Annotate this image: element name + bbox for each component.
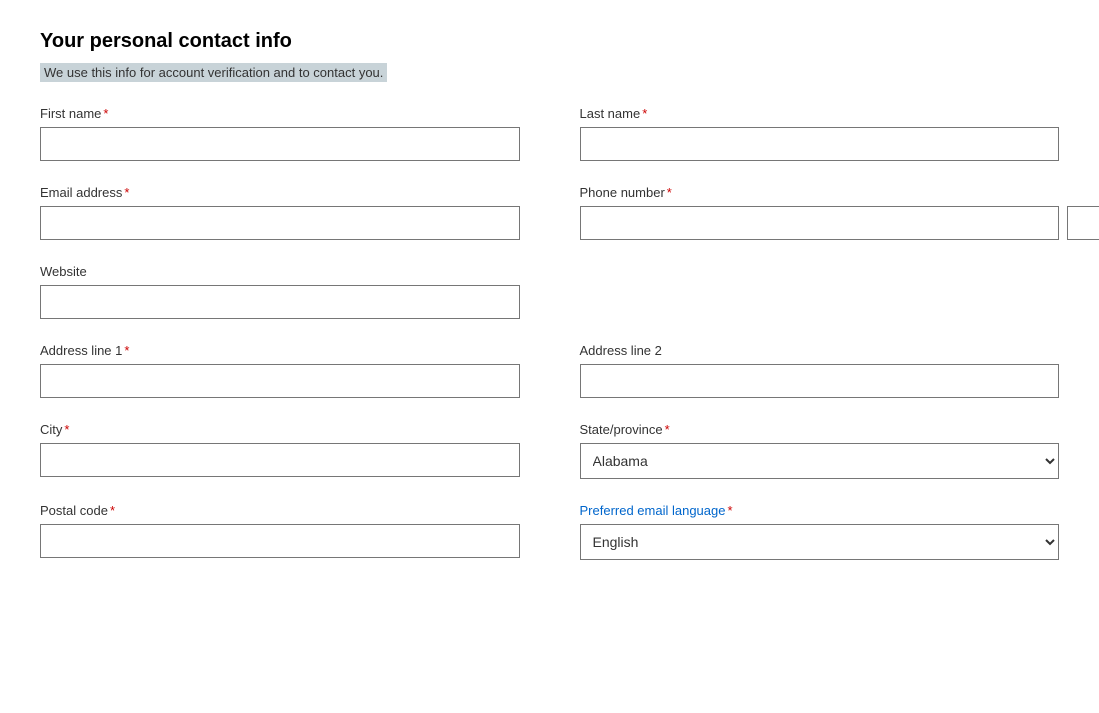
address-line1-input[interactable] — [40, 364, 520, 398]
address-line2-input[interactable] — [580, 364, 1060, 398]
phone-required: * — [667, 185, 672, 200]
address-line1-required: * — [124, 343, 129, 358]
email-language-field: Preferred email language* EnglishFrenchS… — [580, 503, 1060, 560]
email-field: Email address* — [40, 185, 520, 240]
address-line2-label: Address line 2 — [580, 343, 1060, 358]
first-name-required: * — [103, 106, 108, 121]
last-name-label: Last name* — [580, 106, 1060, 121]
city-label: City* — [40, 422, 520, 437]
address-line2-field: Address line 2 — [580, 343, 1060, 398]
page-title: Your personal contact info — [40, 30, 1059, 53]
email-required: * — [124, 185, 129, 200]
state-select[interactable]: AlabamaAlaskaArizonaArkansasCaliforniaCo… — [580, 443, 1060, 479]
page-subtitle: We use this info for account verificatio… — [40, 63, 387, 82]
last-name-required: * — [642, 106, 647, 121]
phone-area-input[interactable] — [1067, 206, 1099, 240]
state-required: * — [665, 422, 670, 437]
postal-code-label: Postal code* — [40, 503, 520, 518]
email-language-required: * — [727, 503, 732, 518]
postal-code-input[interactable] — [40, 524, 520, 558]
email-label: Email address* — [40, 185, 520, 200]
first-name-field: First name* — [40, 106, 520, 161]
city-input[interactable] — [40, 443, 520, 477]
website-input[interactable] — [40, 285, 520, 319]
last-name-field: Last name* — [580, 106, 1060, 161]
address-line1-field: Address line 1* — [40, 343, 520, 398]
city-required: * — [64, 422, 69, 437]
address-line1-label: Address line 1* — [40, 343, 520, 358]
first-name-label: First name* — [40, 106, 520, 121]
phone-field: Phone number* +1 — [580, 185, 1060, 240]
postal-code-required: * — [110, 503, 115, 518]
phone-group: +1 — [580, 206, 1060, 240]
state-field: State/province* AlabamaAlaskaArizonaArka… — [580, 422, 1060, 479]
phone-label: Phone number* — [580, 185, 1060, 200]
postal-code-field: Postal code* — [40, 503, 520, 560]
website-spacer — [580, 264, 1060, 343]
phone-country-input[interactable]: +1 — [580, 206, 1060, 240]
first-name-input[interactable] — [40, 127, 520, 161]
email-language-label: Preferred email language* — [580, 503, 1060, 518]
city-field: City* — [40, 422, 520, 479]
email-input[interactable] — [40, 206, 520, 240]
email-language-select[interactable]: EnglishFrenchSpanishGermanPortugueseItal… — [580, 524, 1060, 560]
state-label: State/province* — [580, 422, 1060, 437]
last-name-input[interactable] — [580, 127, 1060, 161]
website-field: Website — [40, 264, 520, 319]
website-label: Website — [40, 264, 520, 279]
contact-form: First name* Last name* Email address* Ph… — [40, 106, 1059, 584]
